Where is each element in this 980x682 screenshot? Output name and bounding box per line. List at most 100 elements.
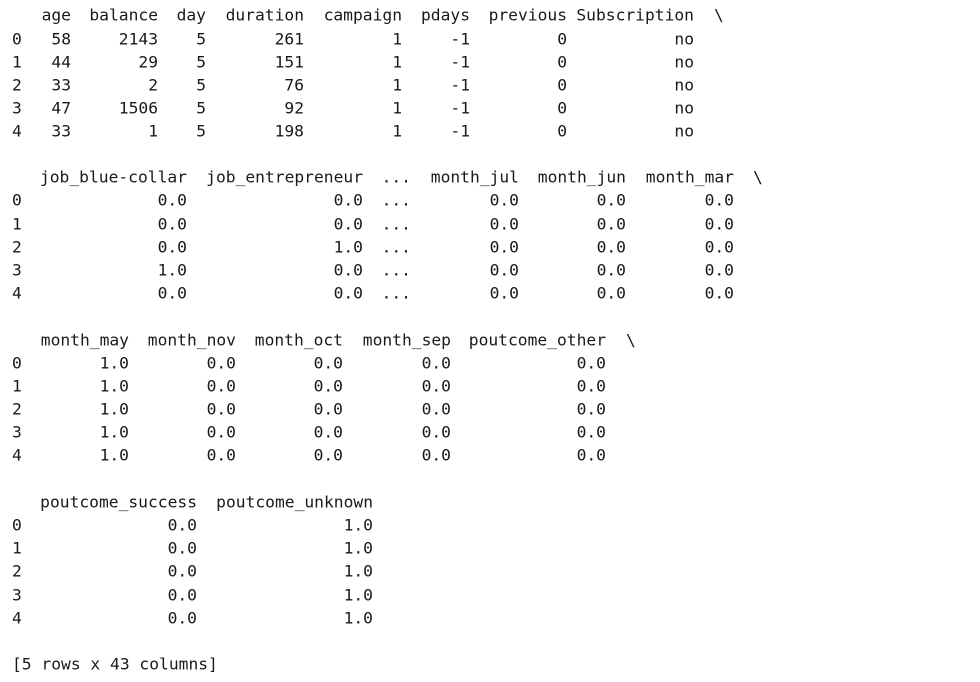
row-index: 2 bbox=[12, 75, 22, 95]
line-continuation: \ bbox=[626, 330, 636, 350]
table-cell: 0 bbox=[557, 29, 567, 49]
table-cell: 1.0 bbox=[343, 561, 373, 581]
column-header: job_blue-collar bbox=[39, 167, 187, 187]
table-cell: no bbox=[674, 52, 694, 72]
row-index: 1 bbox=[12, 538, 22, 558]
table-cell: 0.0 bbox=[313, 422, 343, 442]
table-cell: 0.0 bbox=[157, 214, 187, 234]
row-index: 2 bbox=[12, 399, 22, 419]
table-cell: -1 bbox=[450, 98, 470, 118]
column-header: job_entrepreneur bbox=[206, 167, 363, 187]
table-cell: -1 bbox=[450, 121, 470, 141]
table-cell: 1 bbox=[392, 98, 402, 118]
table-cell: 44 bbox=[51, 52, 71, 72]
dataframe-output: age balance day duration campaign pdays previo… bbox=[0, 0, 980, 682]
table-cell: 1.0 bbox=[343, 538, 373, 558]
column-header: Subscription bbox=[576, 5, 694, 25]
column-header: month_sep bbox=[362, 330, 451, 350]
table-cell: 0.0 bbox=[333, 190, 363, 210]
table-cell: no bbox=[674, 98, 694, 118]
table-cell: 0.0 bbox=[421, 353, 451, 373]
table-cell: ... bbox=[381, 190, 411, 210]
table-cell: 5 bbox=[196, 52, 206, 72]
column-header: campaign bbox=[323, 5, 402, 25]
table-cell: 0 bbox=[557, 98, 567, 118]
table-cell: 0.0 bbox=[596, 283, 626, 303]
line-continuation: \ bbox=[714, 5, 724, 25]
table-cell: 1.0 bbox=[343, 608, 373, 628]
row-index: 3 bbox=[12, 260, 22, 280]
table-cell: no bbox=[674, 75, 694, 95]
table-cell: 2143 bbox=[118, 29, 158, 49]
table-cell: 151 bbox=[274, 52, 304, 72]
shape-summary: [5 rows x 43 columns] bbox=[12, 654, 218, 674]
table-cell: 0.0 bbox=[206, 445, 236, 465]
table-cell: 0.0 bbox=[206, 399, 236, 419]
table-cell: 1.0 bbox=[343, 585, 373, 605]
table-cell: 0.0 bbox=[576, 445, 606, 465]
table-cell: 0.0 bbox=[421, 376, 451, 396]
table-cell: 0.0 bbox=[313, 353, 343, 373]
table-cell: 0.0 bbox=[576, 422, 606, 442]
table-cell: ... bbox=[381, 283, 411, 303]
row-index: 0 bbox=[12, 29, 22, 49]
row-index: 4 bbox=[12, 445, 22, 465]
column-header: age bbox=[41, 5, 71, 25]
table-cell: 0.0 bbox=[157, 237, 187, 257]
column-header: previous bbox=[488, 5, 567, 25]
table-cell: 0.0 bbox=[313, 399, 343, 419]
table-cell: 1506 bbox=[118, 98, 158, 118]
table-cell: 0 bbox=[557, 121, 567, 141]
column-header: month_jul bbox=[430, 167, 519, 187]
table-cell: 0.0 bbox=[157, 283, 187, 303]
table-cell: 0.0 bbox=[596, 214, 626, 234]
table-cell: 1.0 bbox=[99, 399, 129, 419]
table-cell: 0 bbox=[557, 52, 567, 72]
table-cell: 1.0 bbox=[157, 260, 187, 280]
line-continuation: \ bbox=[753, 167, 763, 187]
row-index: 1 bbox=[12, 52, 22, 72]
row-index: 4 bbox=[12, 283, 22, 303]
table-cell: 5 bbox=[196, 98, 206, 118]
table-cell: 1 bbox=[392, 121, 402, 141]
table-cell: 0.0 bbox=[489, 283, 519, 303]
table-cell: 1 bbox=[392, 29, 402, 49]
table-cell: 1.0 bbox=[99, 422, 129, 442]
table-cell: 92 bbox=[284, 98, 304, 118]
table-cell: 0.0 bbox=[704, 190, 734, 210]
table-cell: 0.0 bbox=[206, 376, 236, 396]
table-cell: 0.0 bbox=[421, 399, 451, 419]
table-cell: 0.0 bbox=[333, 260, 363, 280]
table-cell: 5 bbox=[196, 121, 206, 141]
table-cell: 1.0 bbox=[99, 353, 129, 373]
row-index: 0 bbox=[12, 190, 22, 210]
table-cell: 0.0 bbox=[489, 214, 519, 234]
table-cell: 76 bbox=[284, 75, 304, 95]
table-cell: 58 bbox=[51, 29, 71, 49]
table-cell: 1.0 bbox=[343, 515, 373, 535]
table-cell: ... bbox=[381, 237, 411, 257]
row-index: 2 bbox=[12, 561, 22, 581]
column-header: poutcome_unknown bbox=[216, 492, 373, 512]
table-cell: 0.0 bbox=[576, 376, 606, 396]
table-cell: 0.0 bbox=[596, 237, 626, 257]
column-header: pdays bbox=[420, 5, 470, 25]
row-index: 3 bbox=[12, 98, 22, 118]
row-index: 3 bbox=[12, 585, 22, 605]
table-cell: 0.0 bbox=[704, 237, 734, 257]
table-cell: 0.0 bbox=[704, 214, 734, 234]
table-cell: 1 bbox=[148, 121, 158, 141]
table-cell: 33 bbox=[51, 75, 71, 95]
column-header: month_jun bbox=[537, 167, 626, 187]
column-header: month_mar bbox=[645, 167, 734, 187]
table-cell: -1 bbox=[450, 75, 470, 95]
column-header: duration bbox=[225, 5, 304, 25]
column-header: month_may bbox=[40, 330, 129, 350]
table-cell: 47 bbox=[51, 98, 71, 118]
table-cell: 0.0 bbox=[157, 190, 187, 210]
row-index: 1 bbox=[12, 214, 22, 234]
table-cell: 1.0 bbox=[333, 237, 363, 257]
table-cell: 0.0 bbox=[489, 260, 519, 280]
table-cell: 0.0 bbox=[421, 445, 451, 465]
table-cell: no bbox=[674, 121, 694, 141]
